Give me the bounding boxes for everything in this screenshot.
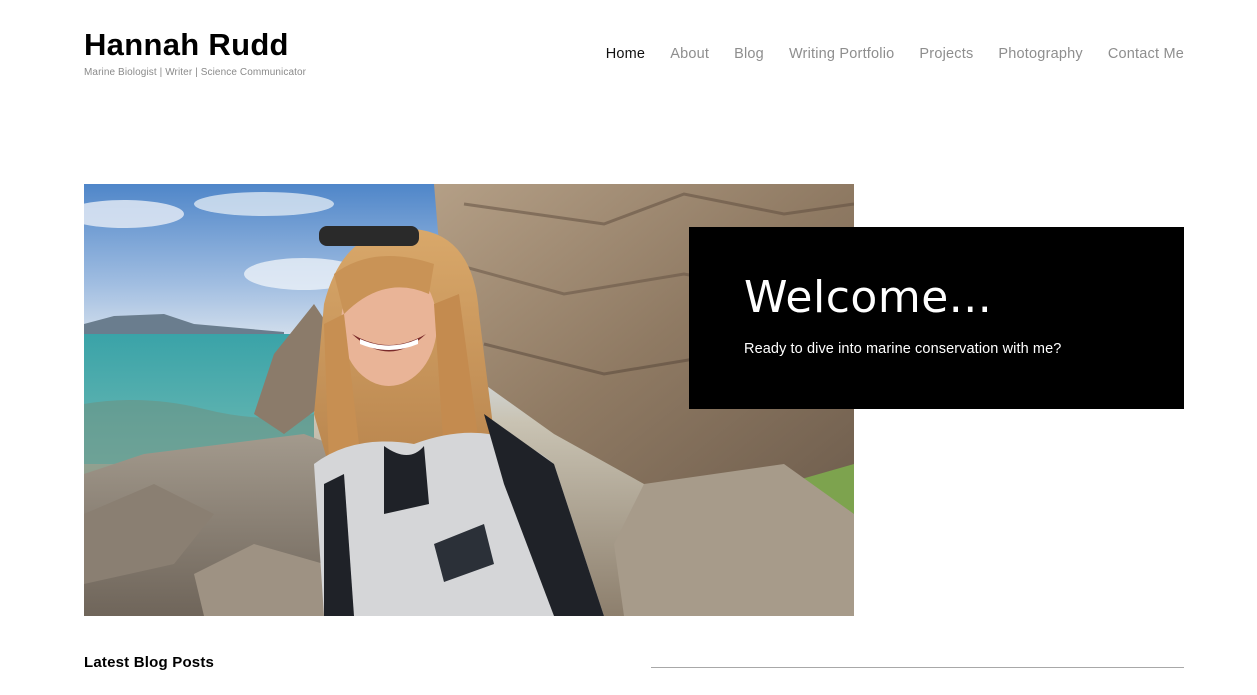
- nav-item-projects[interactable]: Projects: [919, 46, 973, 62]
- nav-item-about[interactable]: About: [670, 46, 709, 62]
- nav-item-contact-me[interactable]: Contact Me: [1108, 46, 1184, 62]
- welcome-heading: Welcome...: [744, 272, 993, 323]
- nav-item-writing-portfolio[interactable]: Writing Portfolio: [789, 46, 894, 62]
- nav-item-blog[interactable]: Blog: [734, 46, 764, 62]
- welcome-subheading: Ready to dive into marine conservation w…: [744, 341, 1062, 357]
- site-title[interactable]: Hannah Rudd: [84, 28, 306, 62]
- nav-item-photography[interactable]: Photography: [998, 46, 1082, 62]
- section-divider: [651, 667, 1184, 668]
- site-tagline: Marine Biologist | Writer | Science Comm…: [84, 67, 307, 78]
- page: Hannah Rudd Marine Biologist | Writer | …: [0, 0, 1257, 695]
- latest-blog-posts-heading: Latest Blog Posts: [84, 654, 215, 671]
- nav-item-home[interactable]: Home: [606, 46, 645, 62]
- main-nav: Home About Blog Writing Portfolio Projec…: [581, 46, 1184, 62]
- welcome-banner: Welcome... Ready to dive into marine con…: [689, 227, 1184, 409]
- site-branding: Hannah Rudd Marine Biologist | Writer | …: [84, 28, 307, 79]
